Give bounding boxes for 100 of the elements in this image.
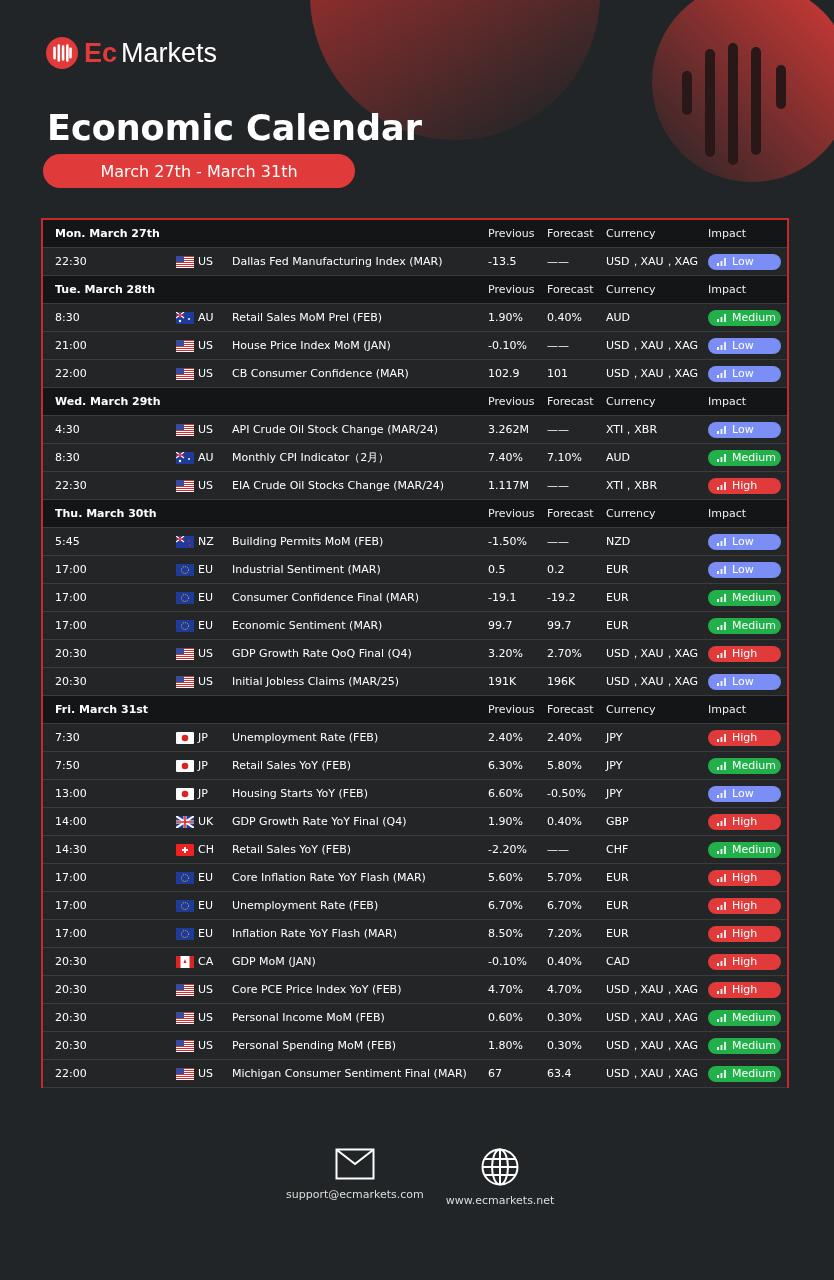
signal-bars-icon xyxy=(717,761,726,770)
column-header: Currency xyxy=(606,283,657,296)
forecast-cell-text: —— xyxy=(547,339,570,352)
event-cell-text: Monthly CPI Indicator（2月） xyxy=(232,450,391,465)
country-cell-text: CH xyxy=(198,843,215,856)
forecast-cell-text: 63.4 xyxy=(547,1067,573,1080)
time-cell-text: 17:00 xyxy=(55,927,88,940)
previous-cell-text: 6.30% xyxy=(488,759,524,772)
column-header: Forecast xyxy=(547,395,595,408)
forecast-cell-text: 99.7 xyxy=(547,619,573,632)
signal-bars-icon xyxy=(717,593,726,602)
country-cell-text: AU xyxy=(198,311,215,324)
previous-cell-text: 3.262M xyxy=(488,423,530,436)
currency-cell-text: EUR xyxy=(606,591,630,604)
currency-cell-text: EUR xyxy=(606,563,630,576)
event-cell-text: Unemployment Rate (FEB) xyxy=(232,731,380,744)
impact-badge: Medium xyxy=(708,309,781,326)
impact-badge: Low xyxy=(708,337,781,354)
page-title: Economic Calendar xyxy=(47,108,423,148)
currency-cell-text: XTI，XBR xyxy=(606,422,659,437)
signal-bars-icon xyxy=(717,369,726,378)
column-header: Previous xyxy=(488,507,536,520)
time-cell-text: 22:00 xyxy=(55,1067,88,1080)
event-cell-text: Personal Income MoM (FEB) xyxy=(232,1011,386,1024)
signal-bars-icon xyxy=(717,1013,726,1022)
impact-badge: Medium xyxy=(708,1037,781,1054)
signal-bars-icon xyxy=(717,565,726,574)
previous-cell-text: 4.70% xyxy=(488,983,524,996)
time-cell-text: 17:00 xyxy=(55,563,88,576)
signal-bars-icon xyxy=(717,873,726,882)
currency-cell-text: USD，XAU，XAG xyxy=(606,674,699,689)
country-cell-text: CA xyxy=(198,955,215,968)
forecast-cell-text: —— xyxy=(547,479,570,492)
previous-cell-text: 7.40% xyxy=(488,451,524,464)
currency-cell-text: USD，XAU，XAG xyxy=(606,982,699,997)
impact-badge: High xyxy=(708,477,781,494)
previous-cell-text: -0.10% xyxy=(488,955,528,968)
currency-cell-text: JPY xyxy=(606,787,624,800)
currency-cell-text: USD，XAU，XAG xyxy=(606,1010,699,1025)
previous-cell-text: 0.60% xyxy=(488,1011,524,1024)
previous-cell-text: 67 xyxy=(488,1067,503,1080)
time-cell-text: 7:50 xyxy=(55,759,81,772)
time-cell-text: 8:30 xyxy=(55,451,81,464)
column-header: Currency xyxy=(606,227,657,240)
event-cell-text: Initial Jobless Claims (MAR/25) xyxy=(232,675,401,688)
country-cell-text: US xyxy=(198,983,215,996)
event-cell-text: Dallas Fed Manufacturing Index (MAR) xyxy=(232,255,444,268)
signal-bars-icon xyxy=(717,817,726,826)
event-cell-text: Retail Sales YoY (FEB) xyxy=(232,759,352,772)
signal-bars-icon xyxy=(717,257,726,266)
previous-cell-text: -1.50% xyxy=(488,535,528,548)
impact-badge: High xyxy=(708,897,781,914)
forecast-cell-text: 0.40% xyxy=(547,955,583,968)
column-header: Forecast xyxy=(547,507,595,520)
time-cell-text: 22:30 xyxy=(55,255,88,268)
event-cell-text: Retail Sales YoY (FEB) xyxy=(232,843,352,856)
impact-badge: Low xyxy=(708,365,781,382)
impact-badge: Low xyxy=(708,421,781,438)
impact-badge: Medium xyxy=(708,841,781,858)
event-cell-text: EIA Crude Oil Stocks Change (MAR/24) xyxy=(232,479,446,492)
country-cell-text: US xyxy=(198,675,215,688)
time-cell-text: 20:30 xyxy=(55,1011,88,1024)
event-cell-text: Unemployment Rate (FEB) xyxy=(232,899,380,912)
signal-bars-icon xyxy=(717,537,726,546)
time-cell-text: 20:30 xyxy=(55,983,88,996)
country-cell-text: US xyxy=(198,339,215,352)
forecast-cell-text: 6.70% xyxy=(547,899,583,912)
time-cell-text: 20:30 xyxy=(55,647,88,660)
website-text: www.ecmarkets.net xyxy=(445,1194,555,1207)
time-cell-text: 20:30 xyxy=(55,955,88,968)
previous-cell-text: -2.20% xyxy=(488,843,528,856)
previous-cell-text: 6.60% xyxy=(488,787,524,800)
country-cell-text: UK xyxy=(198,815,215,828)
currency-cell-text: USD，XAU，XAG xyxy=(606,254,699,269)
logo-icon xyxy=(46,37,78,69)
currency-cell-text: USD，XAU，XAG xyxy=(606,646,699,661)
day-label: Mon. March 27th xyxy=(55,227,161,240)
day-label: Fri. March 31st xyxy=(55,703,150,716)
forecast-cell-text: —— xyxy=(547,255,570,268)
signal-bars-icon xyxy=(717,845,726,854)
forecast-cell-text: 0.2 xyxy=(547,563,566,576)
currency-cell-text: EUR xyxy=(606,927,630,940)
time-cell-text: 20:30 xyxy=(55,675,88,688)
previous-cell-text: 99.7 xyxy=(488,619,514,632)
signal-bars-icon xyxy=(717,649,726,658)
forecast-cell-text: —— xyxy=(547,843,570,856)
column-header: Forecast xyxy=(547,283,595,296)
event-cell-text: Economic Sentiment (MAR) xyxy=(232,619,384,632)
column-header: Previous xyxy=(488,395,536,408)
date-range-banner: March 27th - March 31th xyxy=(43,154,355,188)
country-cell-text: EU xyxy=(198,927,214,940)
forecast-cell-text: -0.50% xyxy=(547,787,587,800)
forecast-cell-text: —— xyxy=(547,535,570,548)
country-cell-text: AU xyxy=(198,451,215,464)
day-label: Thu. March 30th xyxy=(55,507,158,520)
event-cell-text: GDP Growth Rate QoQ Final (Q4) xyxy=(232,647,413,660)
forecast-cell-text: 0.30% xyxy=(547,1039,583,1052)
column-header: Impact xyxy=(708,283,748,296)
event-cell-text: CB Consumer Confidence (MAR) xyxy=(232,367,410,380)
currency-cell-text: AUD xyxy=(606,451,632,464)
